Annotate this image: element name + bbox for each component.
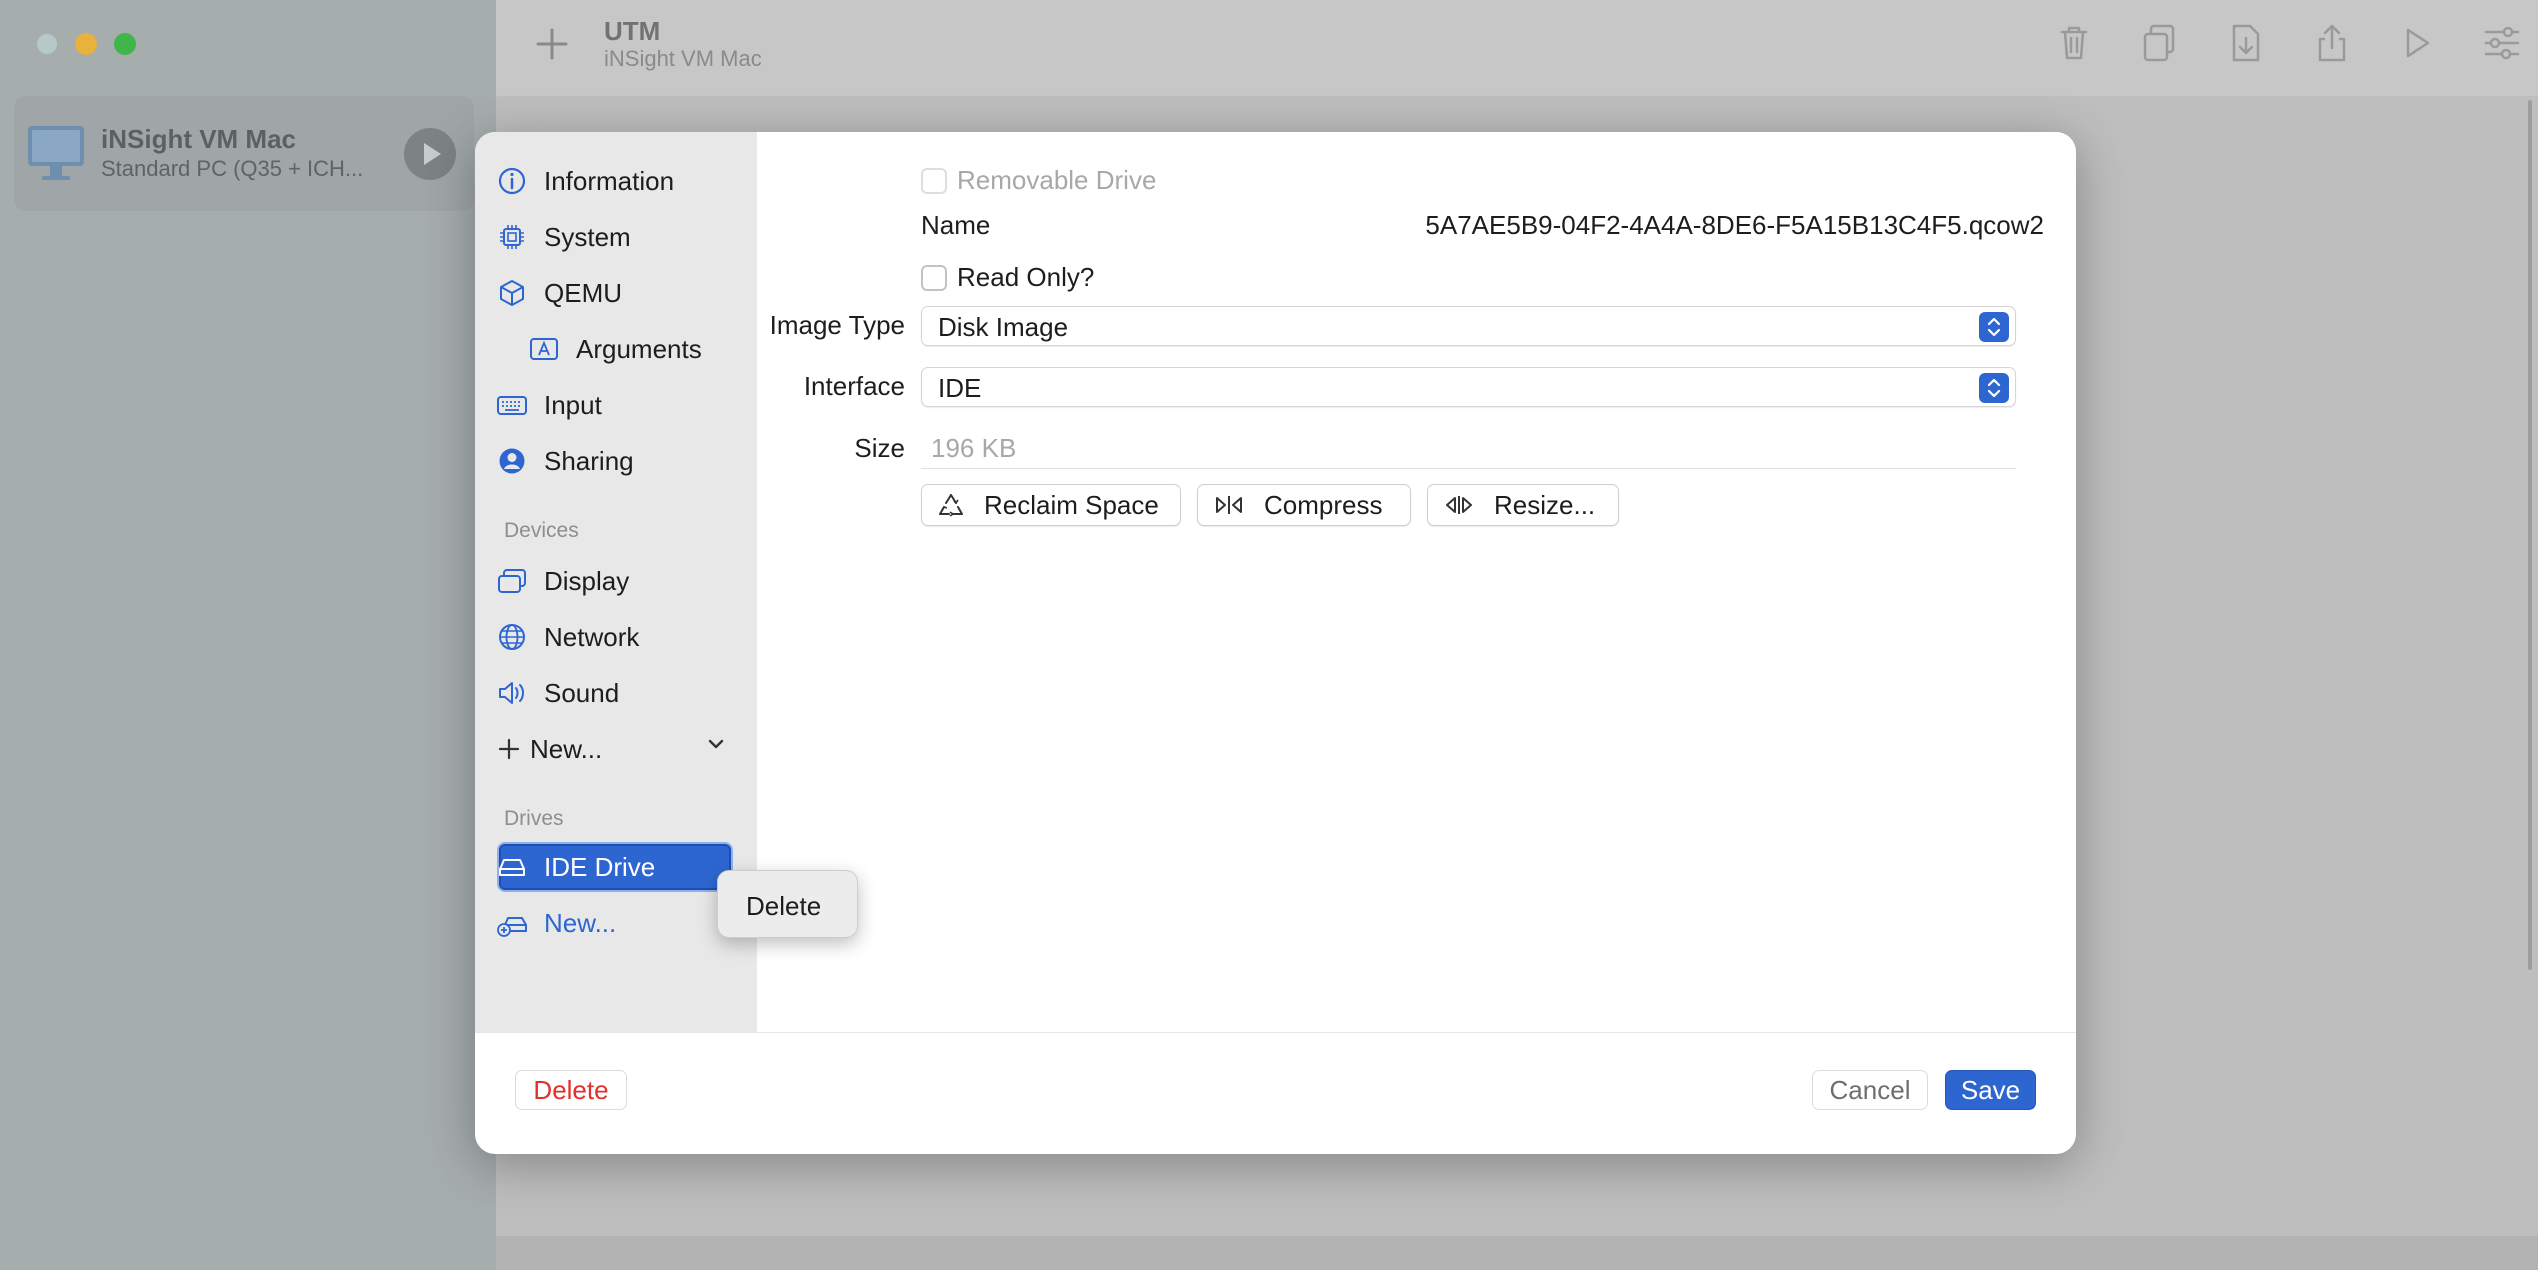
- resize-button[interactable]: Resize...: [1427, 484, 1619, 526]
- keyboard-icon: [496, 389, 528, 421]
- globe-icon: [496, 621, 528, 653]
- size-value: 196 KB: [931, 433, 1017, 463]
- interface-select[interactable]: IDE: [921, 367, 2016, 407]
- sidebar-item-label: New...: [530, 733, 603, 764]
- cpu-icon: [496, 221, 528, 253]
- window-title: UTM: [604, 16, 661, 46]
- bottom-strip: [496, 1236, 2538, 1270]
- close-window-button[interactable]: [36, 33, 58, 55]
- play-icon[interactable]: [2396, 22, 2436, 64]
- read-only-checkbox[interactable]: [921, 265, 947, 291]
- compress-label: Compress: [1264, 489, 1383, 520]
- save-button[interactable]: Save: [1945, 1070, 2036, 1110]
- sidebar-item-label: Sound: [544, 677, 620, 708]
- delete-vm-button[interactable]: Delete: [515, 1070, 627, 1110]
- sidebar-item-label: System: [544, 221, 631, 252]
- sidebar-item-system[interactable]: System: [496, 214, 631, 260]
- image-type-label: Image Type: [769, 310, 905, 340]
- speaker-icon: [496, 677, 528, 709]
- person-circle-icon: [496, 445, 528, 477]
- sidebar-item-sharing[interactable]: Sharing: [496, 438, 634, 484]
- compress-icon: [1214, 490, 1244, 520]
- minimize-window-button[interactable]: [75, 33, 97, 55]
- display-icon: [496, 565, 528, 597]
- sidebar-item-ide-drive[interactable]: IDE Drive: [496, 844, 655, 890]
- trash-icon[interactable]: [2054, 22, 2094, 64]
- sidebar-item-label: QEMU: [544, 277, 622, 308]
- sidebar-item-label: Sharing: [544, 445, 634, 476]
- resize-icon: [1444, 490, 1474, 520]
- removable-drive-checkbox[interactable]: [921, 168, 947, 194]
- name-value: 5A7AE5B9-04F2-4A4A-8DE6-F5A15B13C4F5.qco…: [1425, 210, 2044, 240]
- info-icon: [496, 165, 528, 197]
- chevron-updown-icon: [1979, 312, 2009, 342]
- sidebar-item-input[interactable]: Input: [496, 382, 602, 428]
- cube-icon: [496, 277, 528, 309]
- plus-icon: [496, 733, 522, 765]
- sidebar-item-display[interactable]: Display: [496, 558, 629, 604]
- sidebar-item-information[interactable]: Information: [496, 158, 674, 204]
- chevron-updown-icon: [1979, 373, 2009, 403]
- name-label: Name: [921, 210, 991, 240]
- drive-settings-panel: Removable Drive Name 5A7AE5B9-04F2-4A4A-…: [757, 132, 2076, 1032]
- app-sidebar: iNSight VM Mac Standard PC (Q35 + ICH...: [0, 0, 496, 1270]
- sidebar-item-label: Information: [544, 165, 675, 196]
- sidebar-item-label: New...: [544, 907, 617, 938]
- vm-name: iNSight VM Mac: [101, 124, 297, 154]
- sidebar-item-network[interactable]: Network: [496, 614, 639, 660]
- clone-icon[interactable]: [2139, 22, 2179, 64]
- sidebar-item-qemu[interactable]: QEMU: [496, 270, 622, 316]
- image-type-value: Disk Image: [938, 312, 1069, 342]
- vm-list-item[interactable]: iNSight VM Mac Standard PC (Q35 + ICH...: [14, 96, 474, 211]
- plus-icon[interactable]: [532, 24, 572, 64]
- sidebar-item-new-device[interactable]: New...: [496, 726, 602, 772]
- sidebar-item-arguments[interactable]: Arguments: [528, 326, 702, 372]
- interface-label: Interface: [803, 371, 905, 401]
- read-only-label: Read Only?: [957, 262, 1095, 292]
- sidebar-item-label: Network: [544, 621, 640, 652]
- footer-divider: [475, 1032, 2076, 1033]
- sidebar-item-label: Display: [544, 565, 630, 596]
- arguments-icon: [528, 333, 560, 365]
- window-subtitle: iNSight VM Mac: [604, 46, 762, 71]
- monitor-icon: [28, 126, 84, 180]
- vm-play-button[interactable]: [404, 128, 456, 180]
- size-label: Size: [854, 433, 905, 463]
- recycle-icon: [936, 490, 966, 520]
- devices-section-header: Devices: [504, 519, 579, 542]
- toolbar: UTM iNSight VM Mac: [496, 0, 2538, 96]
- settings-dialog: Information System QEMU Arguments Input: [475, 132, 2076, 1154]
- chevron-down-icon[interactable]: [705, 737, 727, 751]
- compress-button[interactable]: Compress: [1197, 484, 1411, 526]
- drive-add-icon: [496, 907, 528, 939]
- resize-label: Resize...: [1494, 489, 1596, 520]
- sidebar-item-label: IDE Drive: [544, 851, 656, 882]
- zoom-window-button[interactable]: [114, 33, 136, 55]
- interface-value: IDE: [938, 373, 982, 403]
- sidebar-item-new-drive[interactable]: New...: [496, 900, 616, 946]
- settings-sidebar: Information System QEMU Arguments Input: [475, 132, 757, 1032]
- drives-section-header: Drives: [504, 807, 564, 830]
- size-underline: [921, 468, 2016, 469]
- sidebar-item-label: Input: [544, 389, 602, 420]
- image-type-select[interactable]: Disk Image: [921, 306, 2016, 346]
- cancel-button[interactable]: Cancel: [1812, 1070, 1928, 1110]
- share-icon[interactable]: [2312, 22, 2352, 64]
- context-menu-delete[interactable]: Delete: [746, 891, 821, 922]
- removable-drive-label: Removable Drive: [957, 165, 1157, 195]
- play-icon: [424, 143, 441, 165]
- settings-sliders-icon[interactable]: [2482, 22, 2522, 64]
- drive-icon: [496, 851, 528, 883]
- context-menu: Delete: [717, 870, 858, 938]
- vm-description: Standard PC (Q35 + ICH...: [101, 156, 364, 181]
- sidebar-item-sound[interactable]: Sound: [496, 670, 619, 716]
- reclaim-space-label: Reclaim Space: [984, 489, 1159, 520]
- sidebar-item-label: Arguments: [576, 333, 702, 364]
- download-icon[interactable]: [2226, 22, 2266, 64]
- reclaim-space-button[interactable]: Reclaim Space: [921, 484, 1181, 526]
- scrollbar[interactable]: [2528, 100, 2532, 970]
